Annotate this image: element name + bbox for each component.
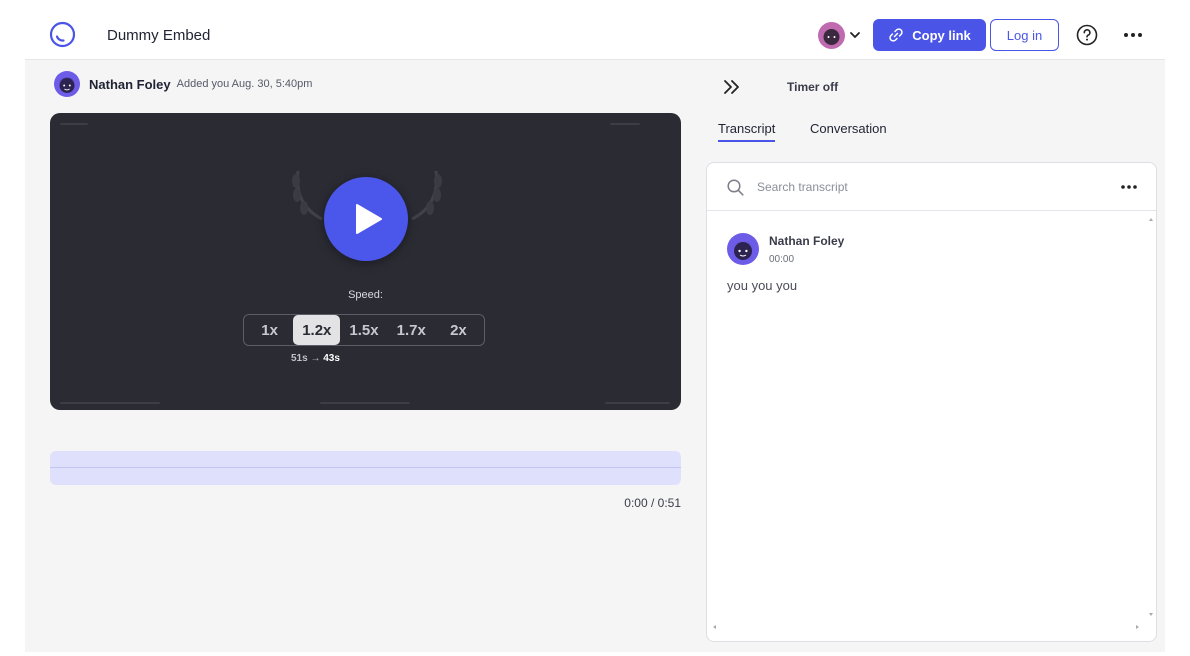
video-frame-detail (320, 402, 410, 404)
speed-option-1-7x[interactable]: 1.7x (388, 315, 435, 345)
laurel-right-icon (411, 170, 442, 221)
entry-timestamp[interactable]: 00:00 (769, 254, 794, 265)
speaker-name: Nathan Foley (769, 234, 845, 248)
progress-track (50, 467, 681, 468)
account-menu[interactable] (818, 20, 864, 50)
play-icon (356, 204, 382, 234)
copy-link-label: Copy link (912, 27, 971, 43)
main-area: Nathan Foley Added you Aug. 30, 5:40pm S… (25, 60, 1165, 652)
recording-author-row: Nathan Foley Added you Aug. 30, 5:40pm (54, 71, 312, 97)
playback-progress-bar[interactable] (50, 451, 681, 485)
link-icon (889, 28, 903, 42)
speed-option-1-2x[interactable]: 1.2x (293, 315, 341, 345)
help-icon[interactable] (1076, 24, 1098, 46)
arrow-right-icon: → (310, 353, 321, 364)
app-title: Dummy Embed (107, 27, 211, 44)
search-icon (727, 179, 744, 196)
tab-transcript[interactable]: Transcript (718, 121, 776, 142)
more-options-icon[interactable] (1122, 27, 1144, 43)
transcript-text: you you you (727, 278, 798, 293)
author-name: Nathan Foley (89, 76, 171, 92)
speed-option-1x[interactable]: 1x (246, 315, 293, 345)
chevron-down-icon (850, 32, 860, 39)
added-meta: Added you Aug. 30, 5:40pm (176, 78, 313, 90)
top-bar: Dummy Embed Copy link Log in (25, 0, 1165, 60)
vertical-scrollbar[interactable] (1148, 215, 1154, 619)
video-frame-detail (610, 123, 640, 125)
copy-link-button[interactable]: Copy link (873, 19, 986, 51)
speed-selector: 1x 1.2x 1.5x 1.7x 2x (243, 314, 485, 346)
transcript-search-row (707, 163, 1156, 211)
original-duration: 51s (291, 353, 308, 364)
laurel-left-icon (292, 170, 323, 221)
login-button[interactable]: Log in (990, 19, 1059, 51)
transcript-panel: Nathan Foley 00:00 you you you (706, 162, 1157, 642)
video-frame-detail (60, 123, 88, 125)
horizontal-scrollbar[interactable] (711, 623, 1141, 631)
timer-status[interactable]: Timer off (787, 80, 838, 94)
video-player[interactable]: Speed: 1x 1.2x 1.5x 1.7x 2x 51s → 43s (50, 113, 681, 410)
new-duration: 43s (323, 353, 340, 364)
speed-option-1-5x[interactable]: 1.5x (340, 315, 387, 345)
video-frame-detail (605, 402, 670, 404)
speed-option-2x[interactable]: 2x (435, 315, 482, 345)
tab-conversation[interactable]: Conversation (810, 121, 887, 140)
speaker-avatar-icon (727, 233, 759, 265)
speed-label: Speed: (348, 289, 383, 301)
speed-duration-info: 51s → 43s (291, 353, 340, 364)
transcript-more-icon[interactable] (1120, 180, 1138, 194)
time-readout: 0:00 / 0:51 (624, 496, 681, 510)
double-chevron-right-icon[interactable] (722, 78, 742, 96)
video-frame-detail (60, 402, 160, 404)
app-logo-icon[interactable] (49, 21, 76, 48)
transcript-search-input[interactable] (757, 177, 1057, 197)
play-button[interactable] (324, 177, 408, 261)
avatar-icon (818, 21, 845, 49)
author-avatar-icon (54, 71, 80, 97)
